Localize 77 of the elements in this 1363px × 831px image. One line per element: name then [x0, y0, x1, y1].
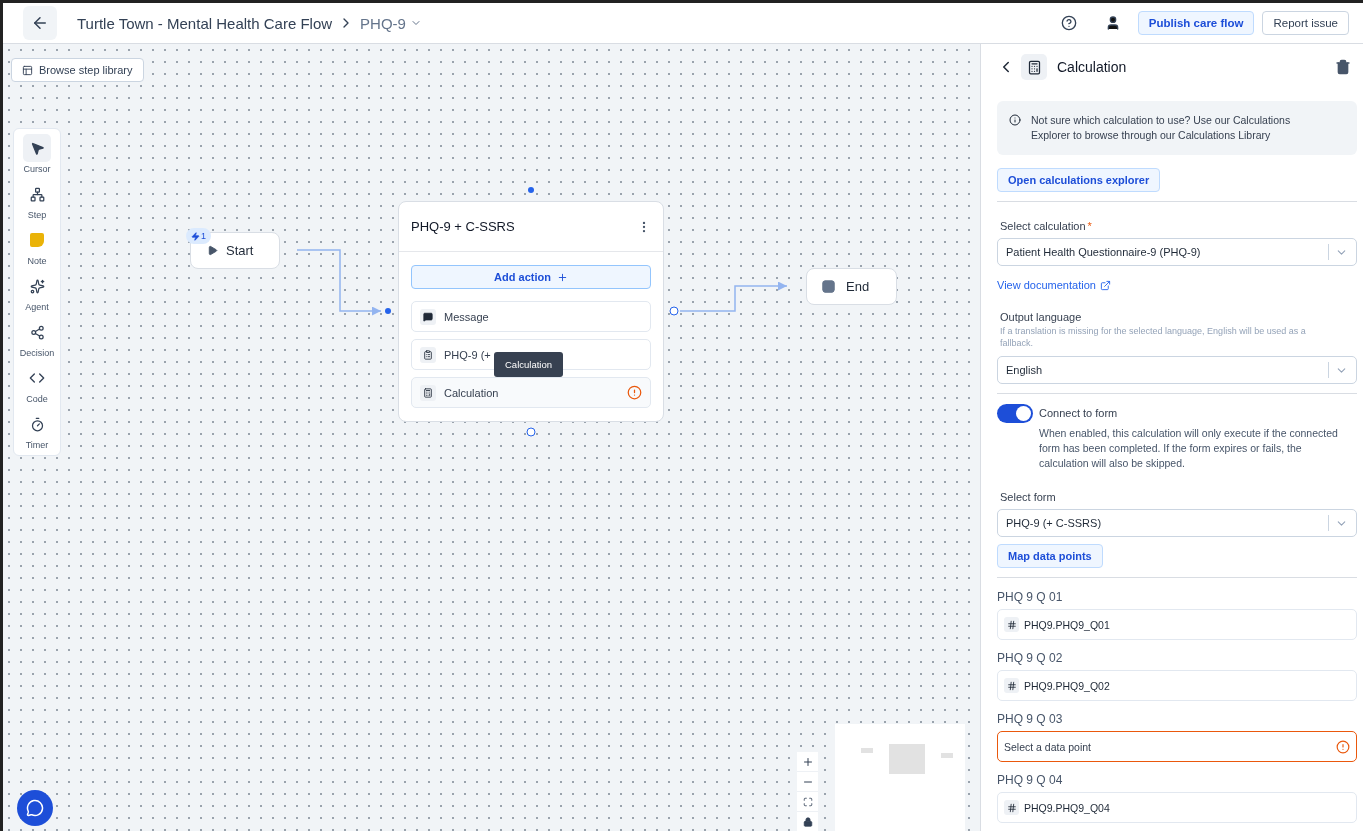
lock-icon	[802, 816, 813, 827]
required-mark: *	[1087, 220, 1092, 232]
field-label: PHQ 9 Q 03	[997, 712, 1064, 726]
chat-button[interactable]	[17, 790, 53, 826]
tool-button[interactable]: Agent	[15, 272, 59, 312]
info-text: Not sure which calculation to use? Use our Calculations Explorer to browse through our Calculations Library	[1031, 113, 1292, 143]
timer-icon	[29, 416, 45, 432]
field-label: PHQ 9 Q 02	[997, 651, 1064, 665]
flow-title: Turtle Town - Mental Health Care Flow	[77, 14, 333, 32]
chat-icon	[26, 799, 44, 817]
version-dropdown[interactable]: PHQ-9	[360, 14, 422, 32]
language-select[interactable]: English	[997, 356, 1357, 384]
tooltip: Calculation	[494, 352, 563, 377]
layout-icon	[22, 64, 33, 76]
report-button[interactable]: Report issue	[1262, 11, 1349, 35]
plus-icon	[801, 755, 814, 768]
step-title: PHQ-9 + C-SSRS	[411, 219, 515, 234]
documentation-link[interactable]: View documentation	[997, 279, 1111, 291]
data-point-field[interactable]: Select a data point	[997, 731, 1357, 762]
add-action-button[interactable]: Add action	[411, 265, 651, 289]
help-icon	[1060, 15, 1077, 31]
sparkles-icon	[29, 278, 45, 294]
publish-button[interactable]: Publish care flow	[1137, 11, 1255, 35]
chat-icon	[423, 311, 433, 322]
clipboard-icon	[423, 349, 433, 360]
connection-handle[interactable]	[526, 427, 536, 437]
warning-icon	[627, 385, 642, 400]
field-label: Select form	[1000, 491, 1057, 503]
tool-button[interactable]: Note	[15, 226, 59, 266]
code-icon	[29, 370, 45, 386]
note-icon	[30, 233, 44, 247]
hash-icon	[1006, 802, 1017, 813]
trigger-badge: 1	[186, 228, 211, 244]
calculator-icon	[1026, 59, 1042, 75]
field-hint: If a translation is missing for the selected language, English will be used as a fallback.	[1000, 325, 1307, 349]
panel-title: Calculation	[1057, 59, 1128, 75]
connection-handle[interactable]	[385, 308, 391, 314]
field-label: Output language	[1000, 311, 1083, 323]
tool-button[interactable]: Step	[15, 180, 59, 220]
data-point-field[interactable]: PHQ9.PHQ9_Q01	[997, 609, 1357, 640]
back-button[interactable]	[23, 6, 57, 40]
warning-icon	[1336, 739, 1350, 754]
fit-view-icon	[802, 796, 813, 807]
toggle-label: Connect to form	[1039, 407, 1119, 419]
field-label: Select calculation *	[1000, 220, 1093, 232]
field-label: PHQ 9 Q 01	[997, 590, 1064, 604]
external-link-icon	[1099, 279, 1111, 291]
calculation-select[interactable]: Patient Health Questionnaire-9 (PHQ-9)	[997, 238, 1357, 266]
stop-icon	[821, 279, 836, 294]
branch-icon	[29, 324, 45, 340]
plus-icon	[556, 271, 568, 283]
end-node[interactable]: End	[806, 268, 897, 305]
connection-handle[interactable]	[528, 187, 534, 193]
form-select[interactable]: PHQ-9 (+ C-SSRS)	[997, 509, 1357, 537]
toggle-switch[interactable]	[997, 404, 1033, 423]
hash-icon	[1006, 619, 1017, 630]
tool-button[interactable]: Cursor	[15, 134, 59, 174]
trash-icon[interactable]	[1335, 59, 1351, 75]
tool-button[interactable]: Timer	[15, 410, 59, 450]
data-point-field[interactable]: PHQ9.PHQ9_Q02	[997, 670, 1357, 701]
hash-icon	[1006, 680, 1017, 691]
calculator-icon	[423, 387, 433, 398]
tool-button[interactable]: Code	[15, 364, 59, 404]
field-label: PHQ 9 Q 04	[997, 773, 1064, 787]
connection-handle[interactable]	[669, 306, 679, 316]
action-item[interactable]: Message	[411, 301, 651, 332]
map-button[interactable]: Map data points	[997, 544, 1103, 568]
library-button[interactable]: Browse step library	[11, 58, 144, 82]
explorer-button[interactable]: Open calculations explorer	[997, 168, 1161, 192]
play-icon	[207, 245, 218, 256]
tool-button[interactable]: Decision	[15, 318, 59, 358]
cursor-icon	[29, 140, 45, 156]
info-icon	[1009, 114, 1021, 126]
action-item[interactable]: Calculation	[411, 377, 651, 408]
toggle-description: When enabled, this calculation will only execute if the connected form has been completed. If the form expires or fails, the calculation will also be skipped.	[1039, 426, 1339, 471]
data-point-field[interactable]: PHQ9.PHQ9_Q04	[997, 792, 1357, 823]
hierarchy-icon	[29, 186, 45, 202]
